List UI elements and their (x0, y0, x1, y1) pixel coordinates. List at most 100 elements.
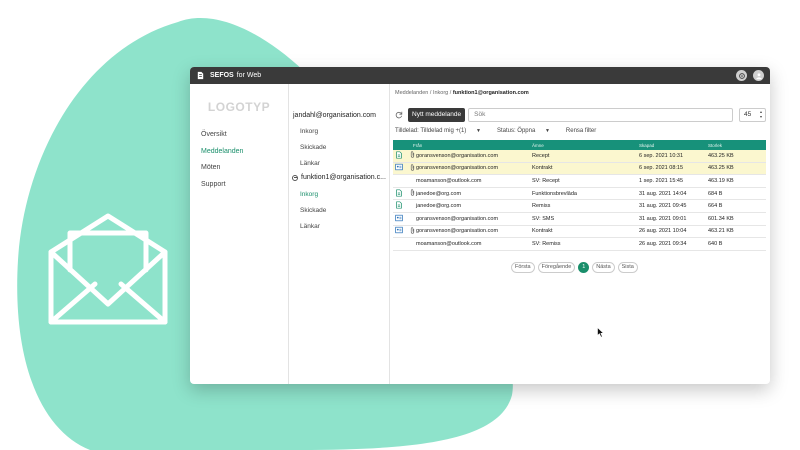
contact-icon (395, 214, 403, 224)
row-icon-cell (393, 163, 410, 173)
pager-last[interactable]: Sista (617, 262, 638, 273)
envelope-icon (48, 213, 168, 325)
attachment-icon (410, 227, 415, 236)
filter-bar: Tilldelad: Tilldelad mig +(1) ▼ Status: … (395, 128, 604, 134)
table-row[interactable]: goransvenson@organisation.com Recept 6 sep… (393, 150, 766, 163)
app-title: SEFOS (210, 72, 234, 79)
table-header: Från Ämne Skapad Storlek (393, 140, 766, 150)
folder-function-skickade[interactable]: Skickade (300, 207, 326, 214)
title-bar: SEFOS for Web (190, 67, 770, 84)
new-message-button[interactable]: Nytt meddelande (408, 108, 466, 122)
nav-item-support[interactable]: Support (190, 177, 288, 194)
row-icon-cell (393, 189, 410, 199)
row-size: 463.25 KB (708, 165, 734, 172)
row-size: 601.34 KB (708, 215, 734, 222)
nav-item-meddelanden[interactable]: Meddelanden (190, 144, 288, 161)
stage: SEFOS for Web LOGOTYP Översikt Meddeland… (0, 0, 800, 450)
contact-icon (395, 163, 403, 173)
row-subject: SV: Recept (532, 177, 560, 184)
account-primary-email[interactable]: jandahl@organisation.com (293, 112, 376, 119)
reply-icon (395, 151, 403, 161)
row-from: goransvenson@organisation.com (410, 151, 532, 160)
row-size: 463.19 KB (708, 177, 734, 184)
header-subject[interactable]: Ämne (532, 143, 639, 148)
app-subtitle: for Web (236, 72, 262, 79)
row-subject: SV: SMS (532, 215, 555, 222)
row-from-text: janedoe@org.com (416, 190, 462, 197)
table-row[interactable]: moamanson@outlook.com SV: Recept 1 sep. 20… (393, 175, 766, 188)
row-created: 1 sep. 2021 15:45 (639, 177, 684, 184)
pager-first[interactable]: Första (511, 262, 535, 273)
folder-panel: Meddelanden / Inkorg / funktion1@organis… (289, 84, 529, 384)
pager-prev[interactable]: Föregående (537, 262, 576, 273)
pagination: Första Föregående 1 Nästa Sista (511, 262, 641, 273)
header-created[interactable]: Skapad (639, 143, 708, 148)
row-size: 463.21 KB (708, 228, 734, 235)
filter-status[interactable]: Status: Öppna ▼ (497, 128, 558, 134)
collapse-icon[interactable] (292, 174, 298, 181)
row-subject: Kontrakt (532, 165, 553, 172)
gear-icon (738, 72, 745, 79)
account-function[interactable]: funktion1@organisation.c... (292, 174, 386, 181)
attachment-icon (410, 164, 415, 173)
row-icon-cell (393, 201, 410, 211)
row-from-text: goransvenson@organisation.com (416, 215, 499, 222)
clear-filter-link[interactable]: Rensa filter (566, 128, 596, 134)
row-size: 664 B (708, 203, 723, 210)
nav-item-oversikt[interactable]: Översikt (190, 127, 288, 144)
row-from: moamanson@outlook.com (410, 178, 532, 184)
attachment-icon (410, 151, 415, 160)
folder-function-lankar[interactable]: Länkar (300, 223, 320, 230)
row-from: goransvenson@organisation.com (410, 227, 532, 236)
mouse-cursor-icon (597, 327, 605, 338)
reply-icon (395, 189, 403, 199)
reply-icon (395, 201, 403, 211)
row-created: 26 aug. 2021 09:34 (639, 240, 687, 247)
attachment-icon (410, 189, 415, 198)
page-size-select[interactable]: 45 (739, 108, 766, 122)
refresh-icon[interactable] (395, 111, 403, 119)
chevron-down-icon: ▼ (475, 128, 481, 134)
row-subject: Remiss (532, 203, 551, 210)
table-row[interactable]: goransvenson@organisation.com Kontrakt 26 … (393, 226, 766, 239)
pager-current[interactable]: 1 (578, 262, 590, 273)
nav-item-moten[interactable]: Möten (190, 160, 288, 177)
message-table: Från Ämne Skapad Storlek goransvenson@or… (393, 140, 766, 251)
contact-icon (395, 226, 403, 236)
table-body: goransvenson@organisation.com Recept 6 sep… (393, 150, 766, 251)
table-row[interactable]: moamanson@outlook.com SV: Remiss 26 aug. 2… (393, 238, 766, 251)
user-menu-button[interactable] (753, 70, 764, 81)
table-row[interactable]: goransvenson@organisation.com Kontrakt 6 s… (393, 162, 766, 176)
row-icon-cell (393, 151, 410, 161)
row-created: 26 aug. 2021 10:04 (639, 228, 687, 235)
folder-primary-lankar[interactable]: Länkar (300, 160, 320, 167)
row-from: janedoe@org.com (410, 203, 532, 209)
folder-primary-skickade[interactable]: Skickade (300, 144, 326, 151)
pager-next[interactable]: Nästa (592, 262, 615, 273)
filter-status-label: Status: Öppna (496, 128, 536, 134)
app-logo-icon (197, 71, 204, 80)
folder-primary-inkorg[interactable]: Inkorg (300, 128, 318, 135)
row-size: 463.25 KB (708, 152, 734, 159)
search-input[interactable]: Sök (468, 108, 733, 122)
row-from-text: moamanson@outlook.com (416, 177, 482, 184)
folder-function-inkorg[interactable]: Inkorg (300, 191, 318, 198)
row-subject: Funktionsbrevlåda (532, 190, 577, 197)
row-created: 31 aug. 2021 14:04 (639, 190, 687, 197)
app-body: LOGOTYP Översikt Meddelanden Möten Suppo… (190, 84, 770, 384)
app-window: SEFOS for Web LOGOTYP Översikt Meddeland… (190, 67, 770, 384)
header-from[interactable]: Från (410, 143, 532, 148)
logo: LOGOTYP (207, 100, 271, 114)
row-from-text: goransvenson@organisation.com (416, 228, 499, 235)
filter-assigned[interactable]: Tilldelad: Tilldelad mig +(1) ▼ (395, 128, 489, 134)
row-from-text: moamanson@outlook.com (416, 240, 482, 247)
row-from-text: goransvenson@organisation.com (416, 165, 499, 172)
table-row[interactable]: goransvenson@organisation.com SV: SMS 31 a… (393, 213, 766, 226)
row-from: janedoe@org.com (410, 189, 532, 198)
table-row[interactable]: janedoe@org.com Funktionsbrevlåda 31 aug. … (393, 188, 766, 201)
header-size[interactable]: Storlek (708, 143, 766, 148)
row-from: goransvenson@organisation.com (410, 164, 532, 173)
table-row[interactable]: janedoe@org.com Remiss 31 aug. 2021 09:45 6… (393, 200, 766, 213)
row-from-text: goransvenson@organisation.com (416, 152, 499, 159)
settings-button[interactable] (736, 70, 747, 81)
